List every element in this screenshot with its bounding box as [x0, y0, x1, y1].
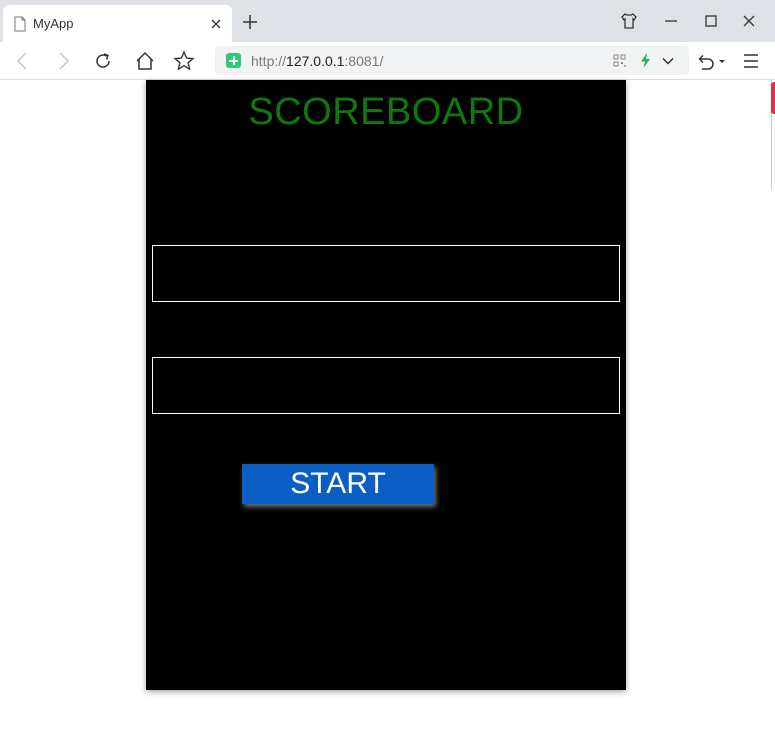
url-scheme: http:// [251, 53, 287, 69]
page-icon [14, 16, 26, 32]
plus-icon[interactable] [240, 12, 260, 32]
maximize-icon[interactable] [700, 10, 722, 32]
url-host: 127.0.0.1 [286, 53, 345, 69]
shirt-icon[interactable] [618, 10, 640, 32]
player-one-input[interactable] [152, 245, 620, 302]
app-container: SCOREBOARD START [146, 80, 626, 690]
address-bar[interactable]: http://127.0.0.1:8081/ [215, 46, 689, 75]
reload-icon[interactable] [92, 50, 114, 72]
menu-icon[interactable] [740, 50, 762, 72]
chevron-down-icon[interactable] [661, 54, 675, 68]
start-button[interactable]: START [242, 464, 434, 504]
qr-icon[interactable] [613, 54, 626, 67]
url-port-path: :8081/ [344, 53, 384, 69]
close-icon[interactable] [208, 16, 224, 32]
tab-title: MyApp [33, 16, 74, 31]
close-window-icon[interactable] [738, 10, 760, 32]
tab-myapp[interactable]: MyApp [3, 5, 232, 42]
lightning-icon[interactable] [639, 53, 652, 68]
undo-icon[interactable] [694, 50, 728, 72]
home-icon[interactable] [134, 50, 156, 72]
tab-bar: MyApp [0, 0, 775, 42]
back-icon[interactable] [12, 50, 34, 72]
side-panel-tab[interactable] [771, 82, 775, 114]
scoreboard-title: SCOREBOARD [248, 91, 524, 133]
star-icon[interactable] [173, 50, 195, 72]
player-two-input[interactable] [152, 357, 620, 414]
browser-window: MyApp http://127.0.0.1:8081/ SCOREBOARD … [0, 0, 775, 742]
minimize-icon[interactable] [660, 10, 682, 32]
toolbar: http://127.0.0.1:8081/ [0, 42, 775, 80]
forward-icon[interactable] [52, 50, 74, 72]
shield-plus-icon[interactable] [226, 53, 241, 68]
url-text[interactable]: http://127.0.0.1:8081/ [251, 53, 383, 69]
